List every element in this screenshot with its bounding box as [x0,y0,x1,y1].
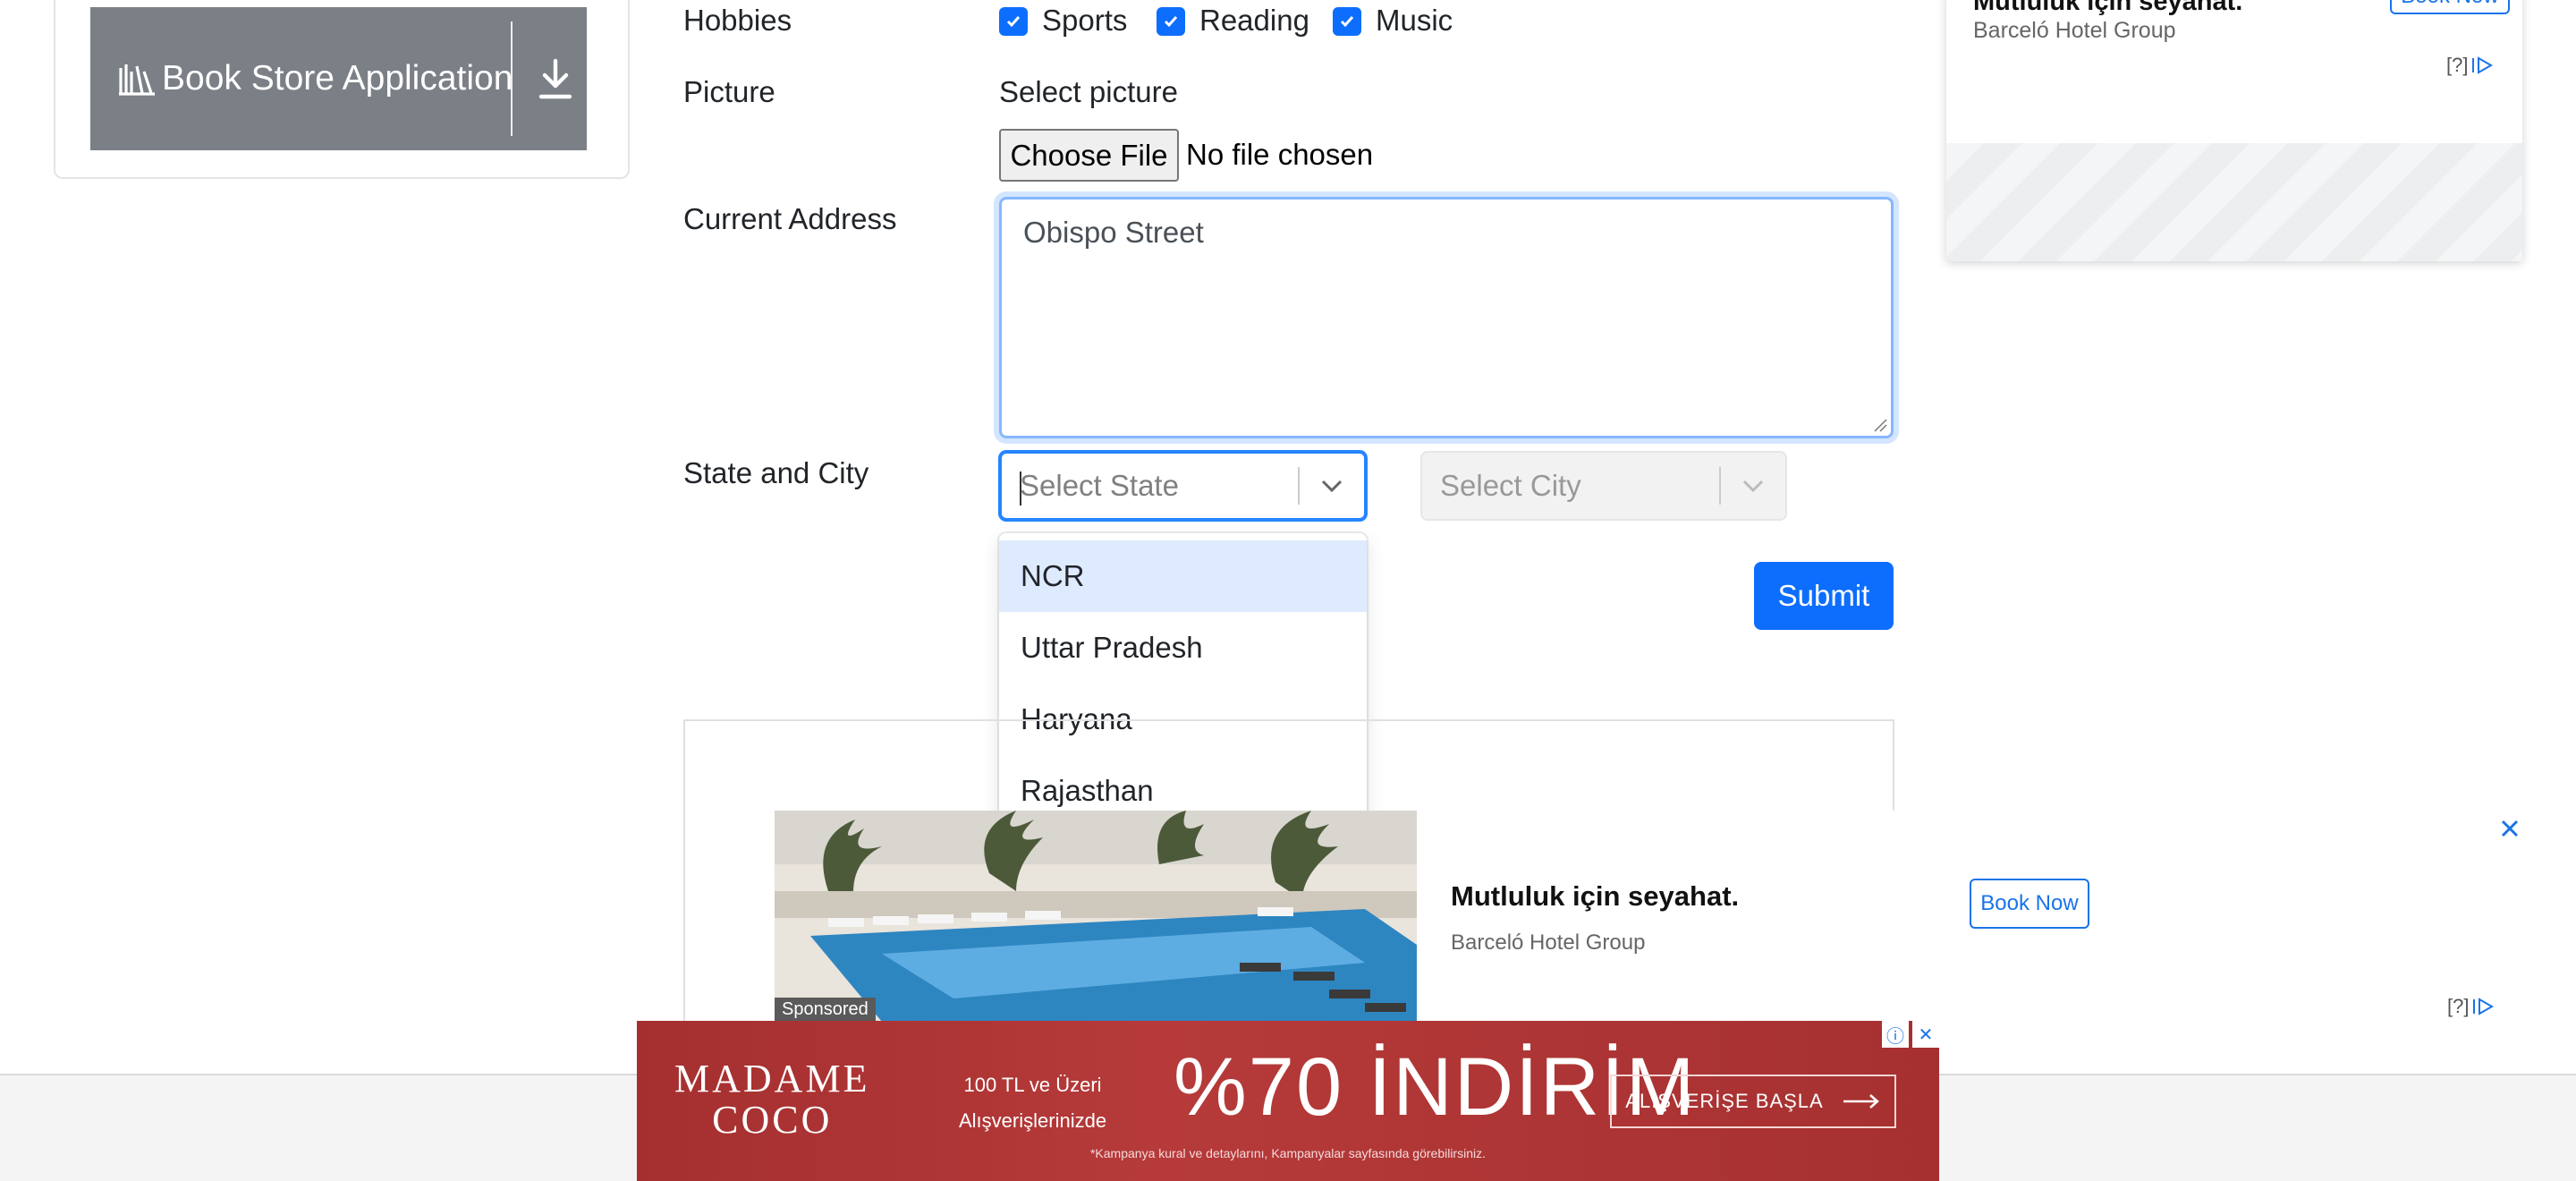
close-icon[interactable] [2492,811,2528,846]
resize-handle-icon[interactable] [1873,418,1887,432]
top-ad[interactable]: Mutluluk için seyahat. Barceló Hotel Gro… [1946,0,2522,261]
ad-choices[interactable]: [?] [2447,995,2496,1018]
city-placeholder: Select City [1440,469,1581,502]
close-icon[interactable]: ✕ [1912,1021,1939,1048]
sidebar-item-label: Book Store Application [162,59,513,98]
picture-hint: Select picture [999,75,1178,108]
banner-cta-button[interactable]: ALIŞVERİŞE BAŞLA [1610,1075,1896,1128]
choose-file-button[interactable]: Choose File [999,129,1179,182]
books-icon [119,64,155,96]
banner-brand-line1: MADAME [674,1057,870,1100]
ad-pattern [1946,143,2522,261]
hotel-pool-image[interactable]: Sponsored [775,811,1417,1022]
banner-ad[interactable]: MADAME COCO 100 TL ve Üzeri Alışverişler… [637,1021,1939,1181]
ad-title[interactable]: Mutluluk için seyahat. [1451,880,1739,913]
banner-brand-line2: COCO [712,1098,833,1142]
chevron-down-icon [1721,455,1785,517]
state-placeholder: Select State [1020,469,1179,502]
city-select[interactable]: Select City [1420,451,1787,521]
sports-checkbox[interactable] [999,7,1028,36]
picture-label: Picture [683,75,775,108]
hobbies-label: Hobbies [683,4,792,37]
info-icon[interactable]: ⓘ [1882,1021,1909,1048]
sports-label[interactable]: Sports [1042,4,1127,38]
ad-brand: Barceló Hotel Group [1973,18,2176,43]
check-icon [1164,16,1178,28]
state-option[interactable]: Uttar Pradesh [999,612,1367,684]
banner-small-line1: 100 TL ve Üzeri [963,1074,1102,1096]
book-now-button[interactable]: Book Now [2390,0,2510,14]
file-status: No file chosen [1186,138,1374,171]
reading-checkbox[interactable] [1157,7,1185,36]
download-icon[interactable] [538,55,573,102]
chevron-down-icon[interactable] [1300,455,1364,517]
state-option[interactable]: NCR [999,540,1367,612]
ad-brand: Barceló Hotel Group [1451,930,1646,955]
ad-choices-label: [?] [2446,54,2469,76]
banner-cta-label: ALIŞVERİŞE BAŞLA [1625,1090,1824,1112]
ad-title[interactable]: Mutluluk için seyahat. [1973,0,2242,17]
check-icon [1340,16,1354,28]
banner-small-line2: Alışverişlerinizde [959,1109,1107,1132]
check-icon [1006,16,1021,28]
music-checkbox[interactable] [1333,7,1361,36]
state-select[interactable]: Select State [999,451,1367,521]
submit-button[interactable]: Submit [1754,562,1894,630]
address-value: Obispo Street [1023,216,1204,249]
arrow-right-icon [1843,1094,1879,1109]
book-now-button[interactable]: Book Now [1970,879,2089,929]
divider [511,21,513,136]
adchoices-icon [2473,998,2495,1015]
state-city-label: State and City [683,456,869,489]
address-label: Current Address [683,202,897,235]
sponsored-badge: Sponsored [775,998,876,1022]
text-caret [1020,472,1021,506]
banner-ad-controls: ⓘ ✕ [1882,1021,1939,1048]
music-label[interactable]: Music [1376,4,1453,38]
sidebar-item-book-store[interactable]: Book Store Application [90,7,587,150]
reading-label[interactable]: Reading [1199,4,1309,38]
banner-terms: *Kampanya kural ve detaylarını, Kampanya… [1089,1146,1486,1160]
adchoices-icon [2472,56,2494,74]
ad-choices[interactable]: [?] [2446,54,2495,77]
sponsored-ad[interactable]: Sponsored Mutluluk için seyahat. Barceló… [775,811,2576,1022]
current-address-textarea[interactable]: Obispo Street [999,197,1894,438]
banner-brand: MADAME COCO [674,1058,869,1141]
banner-condition: 100 TL ve Üzeri Alışverişlerinizde [959,1067,1106,1139]
ad-choices-label: [?] [2447,995,2470,1017]
